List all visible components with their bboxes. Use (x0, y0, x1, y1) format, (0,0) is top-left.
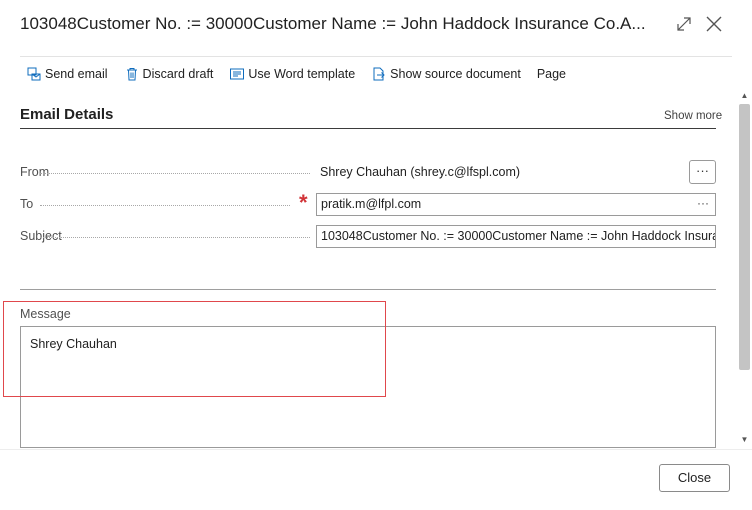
send-email-icon (27, 67, 41, 81)
scroll-down-icon[interactable]: ▼ (737, 434, 752, 446)
to-leader-dots (40, 205, 290, 206)
page-menu-button[interactable]: Page (537, 67, 566, 81)
send-email-label: Send email (45, 67, 108, 81)
expand-icon[interactable] (674, 14, 694, 34)
from-label: From (20, 165, 50, 179)
message-label: Message (20, 307, 71, 321)
discard-draft-label: Discard draft (142, 67, 214, 81)
scroll-thumb[interactable] (739, 104, 750, 370)
from-value: Shrey Chauhan (shrey.c@lfspl.com) (320, 165, 521, 179)
show-source-document-button[interactable]: Show source document (371, 66, 521, 82)
subject-leader-dots (40, 237, 310, 238)
close-icon[interactable] (704, 14, 724, 34)
message-body-text: Shrey Chauhan (30, 337, 117, 351)
discard-draft-button[interactable]: Discard draft (124, 66, 214, 82)
show-more-link[interactable]: Show more (664, 110, 722, 122)
toolbar-separator (20, 56, 732, 57)
scroll-up-icon[interactable]: ▲ (737, 90, 752, 102)
trash-icon (126, 68, 137, 81)
dialog-title: 103048Customer No. := 30000Customer Name… (20, 14, 646, 33)
to-label: To (20, 197, 34, 211)
use-word-template-button[interactable]: Use Word template (229, 66, 355, 82)
to-field[interactable]: pratik.m@lfpl.com (316, 193, 716, 216)
from-more-options-button[interactable]: ··· (689, 160, 716, 184)
action-toolbar: Send email Discard draft Use Word templa… (26, 63, 566, 85)
send-email-button[interactable]: Send email (26, 66, 108, 82)
message-editor[interactable]: Shrey Chauhan (20, 326, 716, 448)
section-underline (20, 128, 716, 129)
source-document-icon (373, 67, 385, 81)
to-lookup-button[interactable]: ··· (697, 196, 709, 210)
email-details-heading: Email Details (20, 106, 114, 123)
word-template-icon (230, 68, 245, 80)
subject-label: Subject (20, 229, 62, 243)
section-divider (20, 289, 716, 290)
page-menu-label: Page (536, 67, 567, 81)
footer-separator (0, 449, 752, 450)
close-button[interactable]: Close (659, 464, 730, 492)
from-leader-dots (40, 173, 310, 174)
show-source-document-label: Show source document (390, 67, 521, 81)
subject-field[interactable]: 103048Customer No. := 30000Customer Name… (316, 225, 716, 248)
vertical-scrollbar[interactable]: ▲ ▼ (737, 90, 752, 446)
use-word-template-label: Use Word template (248, 67, 356, 81)
required-asterisk-icon: * (299, 190, 308, 215)
